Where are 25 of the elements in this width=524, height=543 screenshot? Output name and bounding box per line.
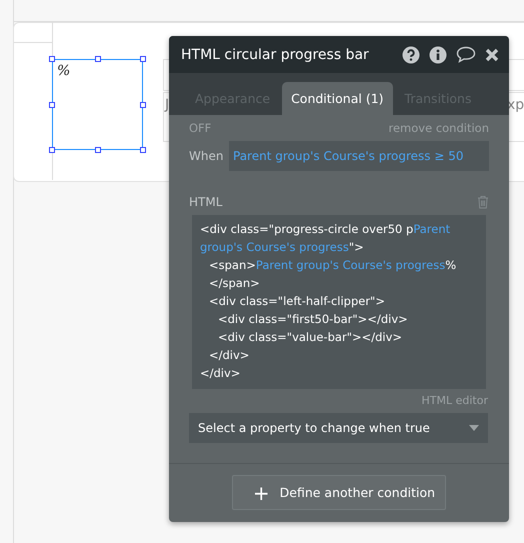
body-text: J — [165, 97, 170, 113]
html-label: HTML — [189, 195, 222, 209]
resize-handle[interactable] — [49, 56, 55, 62]
resize-handle[interactable] — [140, 147, 146, 153]
info-icon[interactable] — [429, 46, 447, 64]
property-dropdown[interactable]: Select a property to change when true — [189, 413, 488, 443]
element-text: % — [57, 63, 70, 79]
resize-handle[interactable] — [95, 56, 101, 62]
caret-icon — [469, 425, 479, 431]
resize-handle[interactable] — [49, 147, 55, 153]
condition-expression-field[interactable]: Parent group's Course's progress ≥ 50 — [229, 141, 489, 171]
resize-handle[interactable] — [95, 147, 101, 153]
close-icon[interactable] — [485, 48, 499, 62]
resize-handle[interactable] — [49, 102, 55, 108]
html-code-field[interactable]: <div class="progress-circle over50 pParent group's Course's progress"> <span>Parent group's Course's progress% </span> <div class="left-half-clipper"> <div class="first50-bar"></div> <div class="value-bar"></div> </div> </div> — [192, 215, 486, 389]
when-label: When — [189, 149, 224, 163]
plus-icon: + — [252, 480, 270, 504]
resize-handle[interactable] — [140, 102, 146, 108]
comment-icon[interactable] — [456, 46, 476, 63]
panel-title: HTML circular progress bar — [181, 46, 370, 62]
define-condition-button[interactable]: + Define another condition — [232, 475, 446, 510]
help-icon[interactable] — [402, 46, 420, 64]
tab[interactable]: Conditional (1) — [282, 82, 393, 115]
resize-handle[interactable] — [140, 56, 146, 62]
condition-status: OFF — [189, 121, 212, 135]
